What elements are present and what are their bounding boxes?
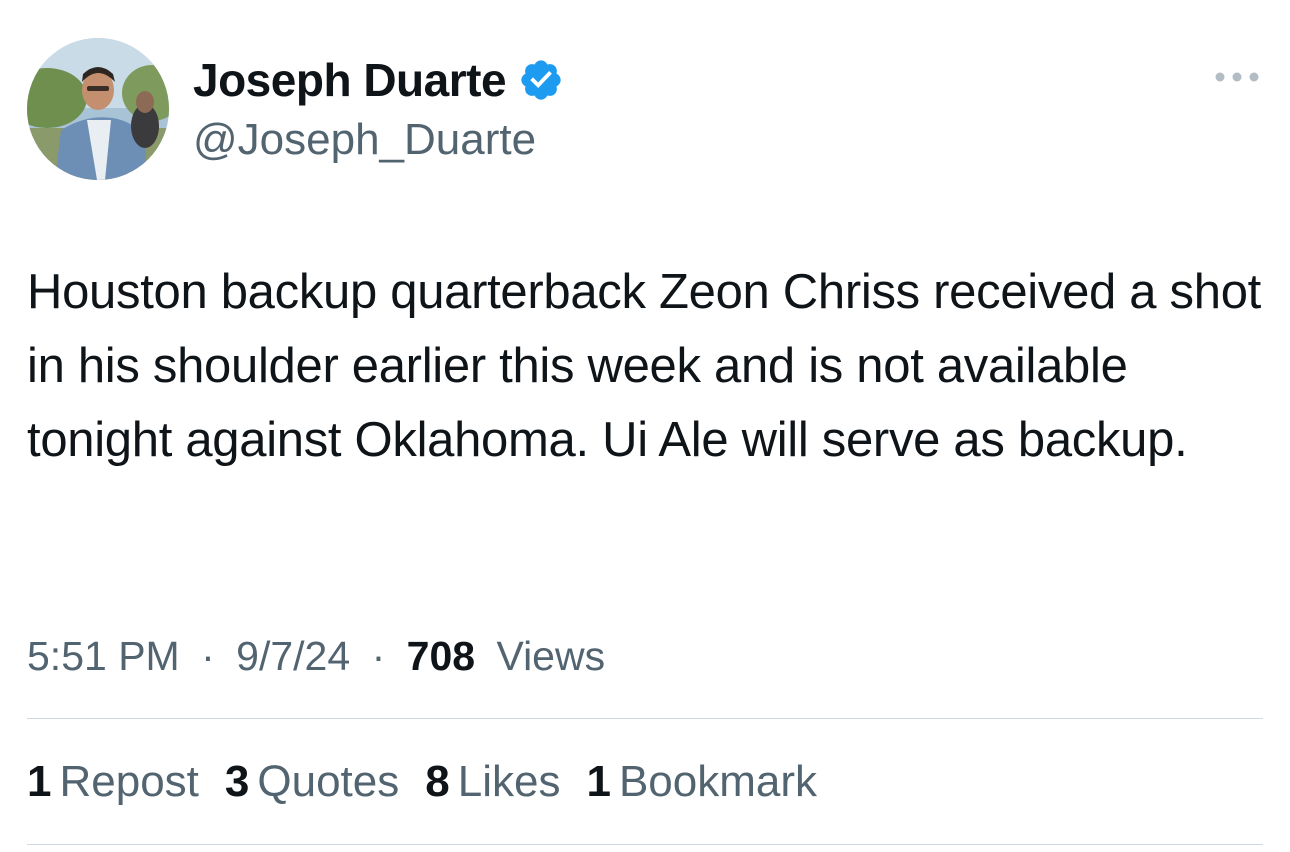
likes-label: Likes xyxy=(457,757,561,806)
more-options-icon[interactable] xyxy=(1210,60,1264,94)
tweet-text: Houston backup quarterback Zeon Chriss r… xyxy=(27,265,1261,467)
bookmarks-stat[interactable]: 1 Bookmark xyxy=(586,752,817,812)
divider xyxy=(27,844,1263,845)
quotes-count: 3 xyxy=(224,757,250,806)
engagement-stats: 1 Repost 3 Quotes 8 Likes 1 Bookmark xyxy=(27,752,843,812)
reposts-count: 1 xyxy=(27,757,52,806)
bookmarks-count: 1 xyxy=(586,757,611,806)
avatar[interactable] xyxy=(27,38,169,180)
tweet-meta: 5:51 PM · 9/7/24 · 708 Views xyxy=(27,626,605,686)
meta-separator: · xyxy=(201,633,215,679)
tweet-date[interactable]: 9/7/24 xyxy=(236,633,350,679)
views-label: Views xyxy=(496,633,606,679)
views-count: 708 xyxy=(406,633,476,679)
reposts-stat[interactable]: 1 Repost xyxy=(27,752,199,812)
quotes-stat[interactable]: 3 Quotes xyxy=(225,752,399,812)
bookmarks-label: Bookmark xyxy=(618,757,818,806)
reposts-label: Repost xyxy=(59,757,199,806)
verified-badge-icon[interactable] xyxy=(518,57,564,103)
meta-separator: · xyxy=(371,633,386,679)
quotes-label: Quotes xyxy=(257,757,400,806)
author-display-name[interactable]: Joseph Duarte xyxy=(193,52,507,108)
tweet-card: Joseph Duarte @Joseph_Duarte Houston bac… xyxy=(0,0,1290,852)
tweet-time[interactable]: 5:51 PM xyxy=(27,633,180,679)
likes-count: 8 xyxy=(425,757,450,806)
avatar-image xyxy=(27,38,169,180)
likes-stat[interactable]: 8 Likes xyxy=(425,752,560,812)
author-name-row: Joseph Duarte xyxy=(193,52,564,108)
author-handle[interactable]: @Joseph_Duarte xyxy=(193,112,536,168)
divider xyxy=(27,718,1263,719)
